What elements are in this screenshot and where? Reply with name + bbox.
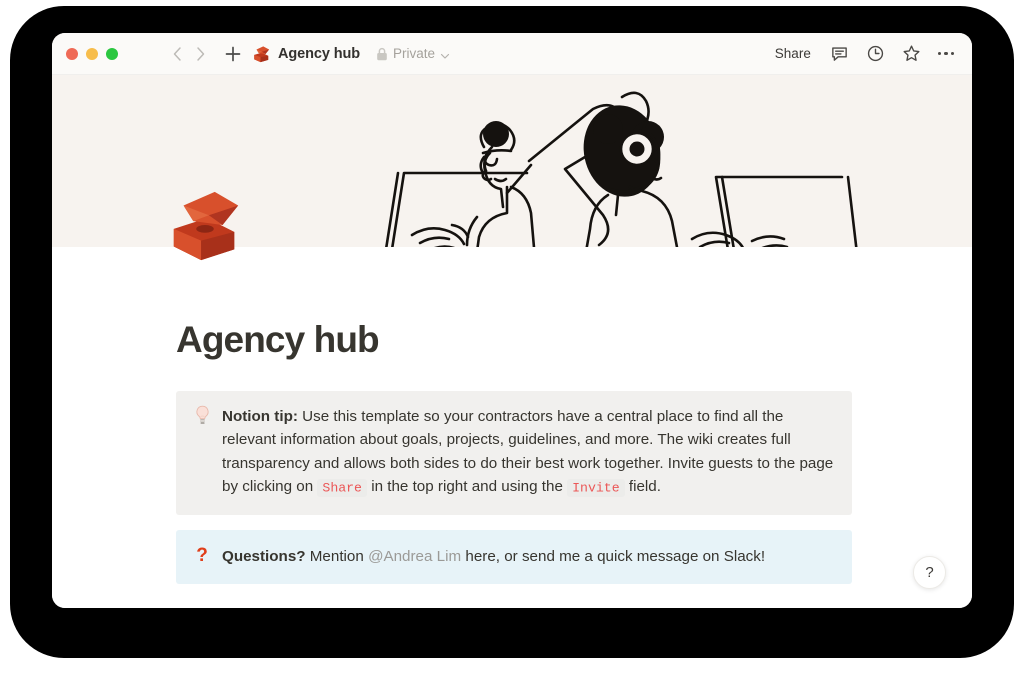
questions-body-1: Mention xyxy=(309,547,364,565)
plus-icon[interactable] xyxy=(222,43,244,65)
hamburger-icon[interactable] xyxy=(134,49,154,58)
notion-app-window: Agency hub Private Share Agency hub Noti… xyxy=(52,33,972,608)
questions-body-2: here, or send me a quick message on Slac… xyxy=(465,547,766,565)
lock-icon xyxy=(376,47,388,61)
tip-body-2: in the top right and using the xyxy=(371,478,563,496)
question-mark-icon: ? xyxy=(196,544,208,566)
page-content: Agency hub Notion tip: Use this template… xyxy=(52,247,972,585)
titlebar-page-title[interactable]: Agency hub xyxy=(278,46,360,62)
questions-lead: Questions? xyxy=(222,547,306,565)
close-window-button[interactable] xyxy=(66,47,78,60)
help-button[interactable]: ? xyxy=(913,556,946,589)
notion-tip-callout[interactable]: Notion tip: Use this template so your co… xyxy=(176,390,852,515)
chevron-down-icon xyxy=(440,49,450,59)
titlebar: Agency hub Private Share xyxy=(52,33,972,75)
bricks-emoji xyxy=(252,45,270,63)
page-title[interactable]: Agency hub xyxy=(176,319,972,361)
window-traffic-lights xyxy=(66,47,118,60)
share-code-chip: Share xyxy=(317,478,367,497)
user-mention[interactable]: @Andrea Lim xyxy=(368,548,461,565)
comment-icon[interactable] xyxy=(830,44,849,63)
clock-icon[interactable] xyxy=(866,44,885,63)
minimize-window-button[interactable] xyxy=(86,47,98,60)
questions-callout-text: Questions? Mention @Andrea Lim here, or … xyxy=(222,545,765,569)
ellipsis-icon[interactable] xyxy=(937,51,954,56)
page-body: Agency hub Notion tip: Use this template… xyxy=(52,191,972,608)
privacy-selector[interactable]: Private xyxy=(376,46,450,61)
share-button[interactable]: Share xyxy=(773,44,813,63)
maximize-window-button[interactable] xyxy=(106,47,118,60)
titlebar-actions: Share xyxy=(773,44,954,63)
tip-callout-text: Notion tip: Use this template so your co… xyxy=(222,405,836,500)
star-icon[interactable] xyxy=(902,44,921,63)
invite-code-chip: Invite xyxy=(567,478,625,497)
tip-body-3: field. xyxy=(628,478,661,496)
chevron-left-icon[interactable] xyxy=(168,44,188,64)
questions-callout[interactable]: ? Questions? Mention @Andrea Lim here, o… xyxy=(176,529,852,585)
screenshot-stage: Agency hub Private Share Agency hub Noti… xyxy=(0,0,1024,680)
lightbulb-icon xyxy=(191,405,213,428)
chevron-right-icon[interactable] xyxy=(190,44,210,64)
tip-lead: Notion tip: xyxy=(222,407,298,425)
page-icon-bricks-emoji[interactable] xyxy=(166,186,244,264)
privacy-label: Private xyxy=(392,46,436,61)
